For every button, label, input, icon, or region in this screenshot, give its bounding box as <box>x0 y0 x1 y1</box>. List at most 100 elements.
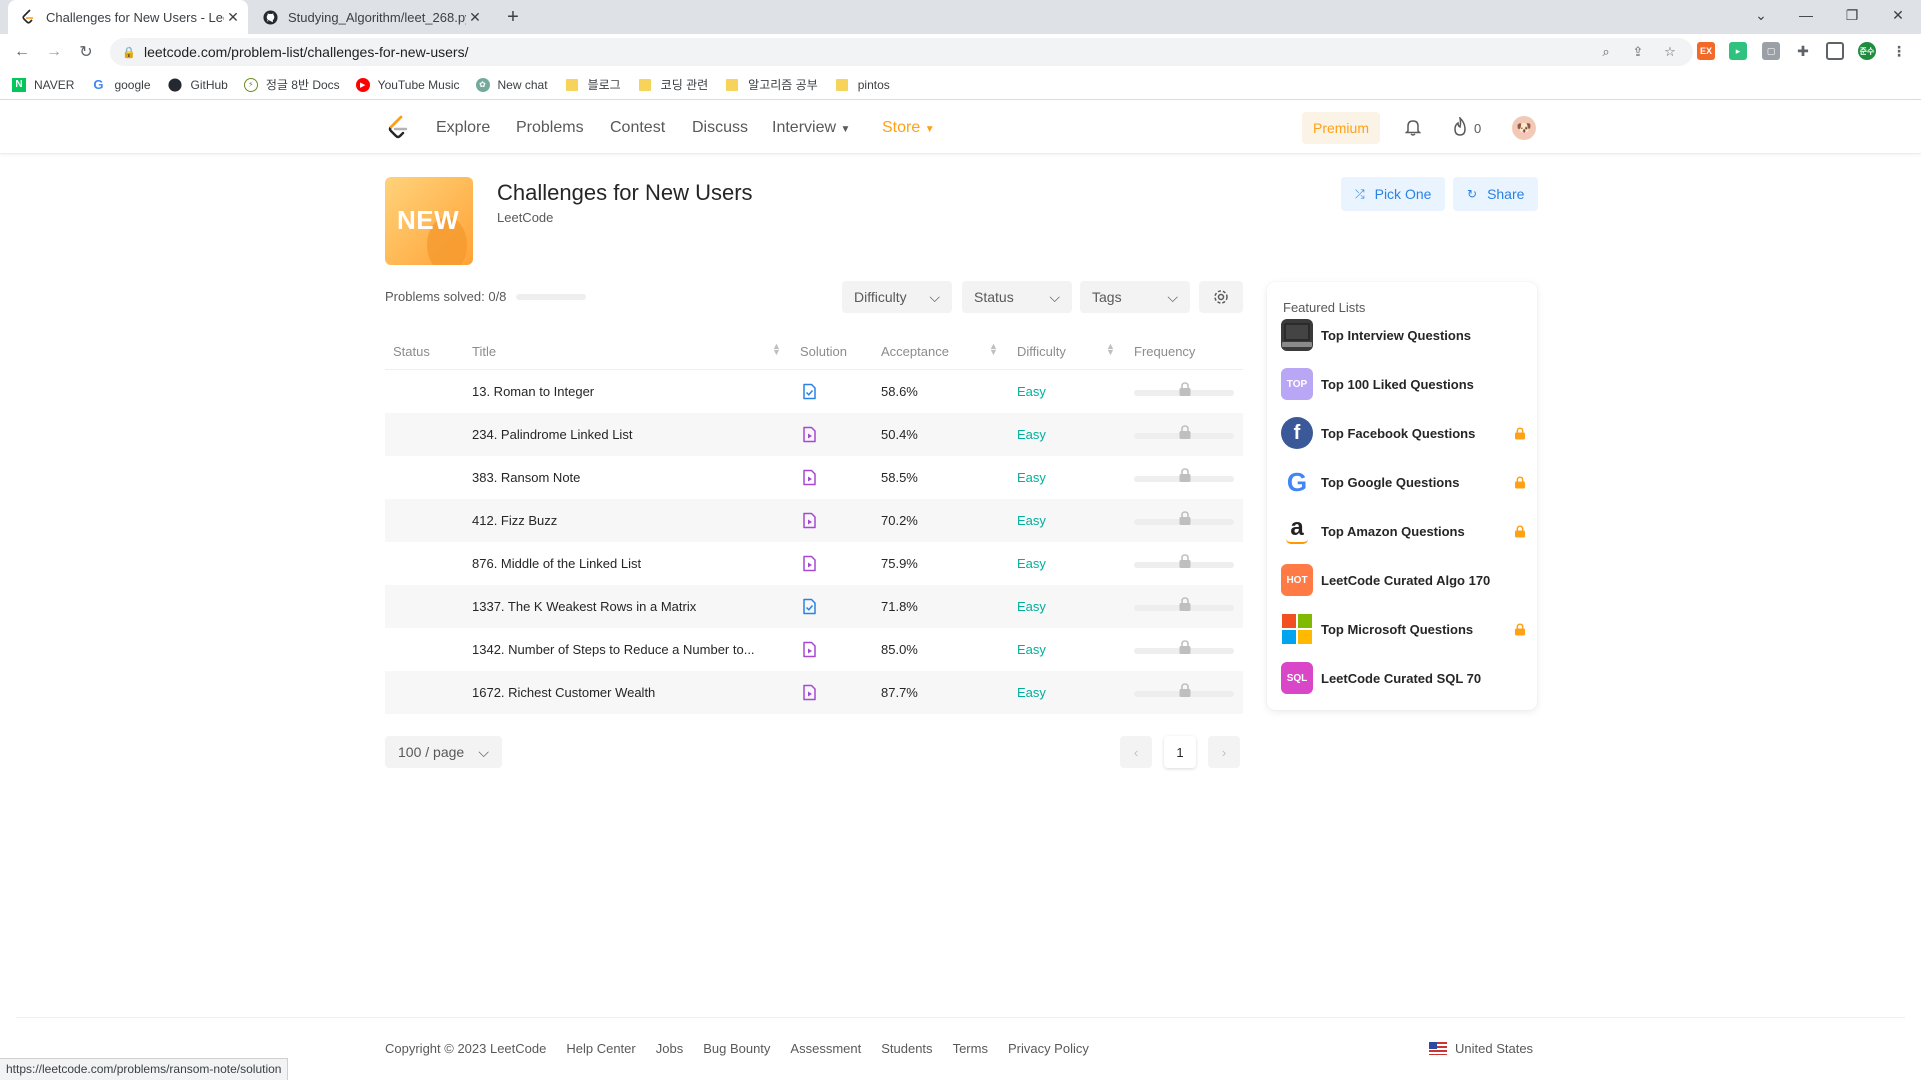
close-window-button[interactable]: ✕ <box>1875 0 1921 30</box>
country-selector[interactable]: United States <box>1429 1041 1533 1056</box>
featured-list-item[interactable]: Top Microsoft Questions <box>1281 612 1526 646</box>
difficulty-dropdown[interactable]: Difficulty ⌵ <box>842 281 952 313</box>
next-page-button[interactable]: › <box>1208 736 1240 768</box>
close-tab-icon[interactable]: ✕ <box>466 8 484 26</box>
sort-icon[interactable]: ▲ ▼ <box>989 342 998 357</box>
featured-list-item[interactable]: HOT LeetCode Curated Algo 170 <box>1281 563 1526 597</box>
problem-title-link[interactable]: 1337. The K Weakest Rows in a Matrix <box>472 599 782 614</box>
share-button[interactable]: ↻ Share <box>1453 177 1539 211</box>
featured-list-item[interactable]: G Top Google Questions <box>1281 465 1526 499</box>
bookmark-docs[interactable]: ⚡ 정글 8반 Docs <box>243 76 340 93</box>
bookmark-new-chat[interactable]: ✿ New chat <box>475 77 548 92</box>
footer-link-terms[interactable]: Terms <box>953 1041 988 1056</box>
solution-icon[interactable] <box>802 684 817 701</box>
bookmark-google[interactable]: Ggoogle <box>90 77 150 93</box>
nav-problems[interactable]: Problems <box>516 119 584 137</box>
lock-icon[interactable] <box>1178 553 1192 569</box>
bookmark-star-icon[interactable]: ☆ <box>1661 43 1679 61</box>
column-difficulty[interactable]: Difficulty <box>1017 344 1066 359</box>
premium-button[interactable]: Premium <box>1302 112 1380 144</box>
bookmark-folder-pintos[interactable]: pintos <box>834 77 890 93</box>
solution-icon[interactable] <box>802 469 817 486</box>
problem-title-link[interactable]: 234. Palindrome Linked List <box>472 427 782 442</box>
footer-link-privacy-policy[interactable]: Privacy Policy <box>1008 1041 1089 1056</box>
browser-tab-active[interactable]: Challenges for New Users - Lee ✕ <box>8 0 248 34</box>
bookmark-github[interactable]: GitHub <box>167 77 228 93</box>
status-dropdown[interactable]: Status ⌵ <box>962 281 1072 313</box>
leetcode-logo-icon[interactable] <box>386 115 410 141</box>
restore-window-button[interactable]: ❐ <box>1829 0 1875 30</box>
column-title[interactable]: Title <box>472 344 496 359</box>
lock-icon[interactable] <box>1178 639 1192 655</box>
minimize-window-button[interactable]: — <box>1783 0 1829 30</box>
extension-green-icon[interactable]: ▸ <box>1729 42 1747 60</box>
list-author[interactable]: LeetCode <box>497 210 553 225</box>
page-size-dropdown[interactable]: 100 / page ⌵ <box>385 736 502 768</box>
tab-search-icon[interactable]: ⌄ <box>1738 0 1784 30</box>
nav-interview[interactable]: Interview ▼ <box>772 119 850 137</box>
side-panel-icon[interactable] <box>1826 42 1844 60</box>
solution-icon[interactable] <box>802 598 817 615</box>
featured-list-item[interactable]: Top Interview Questions <box>1281 318 1526 352</box>
forward-arrow-icon[interactable]: → <box>43 41 65 63</box>
lock-icon[interactable] <box>1178 424 1192 440</box>
solution-icon[interactable] <box>802 641 817 658</box>
solution-icon[interactable] <box>802 426 817 443</box>
footer-link-assessment[interactable]: Assessment <box>790 1041 861 1056</box>
reload-icon[interactable]: ↻ <box>75 41 97 63</box>
extension-orange-icon[interactable]: EX <box>1697 42 1715 60</box>
bookmark-folder-algorithm[interactable]: 알고리즘 공부 <box>724 76 818 93</box>
extensions-puzzle-icon[interactable]: ✚ <box>1794 42 1812 60</box>
prev-page-button[interactable]: ‹ <box>1120 736 1152 768</box>
share-page-icon[interactable]: ⇪ <box>1629 43 1647 61</box>
browser-tab[interactable]: Studying_Algorithm/leet_268.py ✕ <box>250 0 490 34</box>
lock-icon[interactable] <box>1178 682 1192 698</box>
problem-title-link[interactable]: 412. Fizz Buzz <box>472 513 782 528</box>
sort-icon[interactable]: ▲ ▼ <box>772 342 781 357</box>
back-arrow-icon[interactable]: ← <box>11 41 33 63</box>
featured-list-item[interactable]: f Top Facebook Questions <box>1281 416 1526 450</box>
footer-link-help-center[interactable]: Help Center <box>566 1041 635 1056</box>
address-bar[interactable]: 🔒 leetcode.com/problem-list/challenges-f… <box>110 38 1693 66</box>
bookmark-folder-coding[interactable]: 코딩 관련 <box>637 76 708 93</box>
user-avatar[interactable]: 🐶 <box>1512 116 1536 140</box>
problem-title-link[interactable]: 876. Middle of the Linked List <box>472 556 782 571</box>
featured-list-item[interactable]: TOP Top 100 Liked Questions <box>1281 367 1526 401</box>
browser-menu-icon[interactable]: ⋮ <box>1890 42 1908 60</box>
featured-list-item[interactable]: a Top Amazon Questions <box>1281 514 1526 548</box>
problem-title-link[interactable]: 13. Roman to Integer <box>472 384 782 399</box>
bookmark-naver[interactable]: N NAVER <box>12 77 74 92</box>
solution-icon[interactable] <box>802 512 817 529</box>
problem-title-link[interactable]: 1672. Richest Customer Wealth <box>472 685 782 700</box>
lock-icon[interactable] <box>1178 467 1192 483</box>
zoom-icon[interactable]: ⌕ <box>1597 43 1615 61</box>
nav-explore[interactable]: Explore <box>436 119 490 137</box>
problem-title-link[interactable]: 383. Ransom Note <box>472 470 782 485</box>
footer-link-jobs[interactable]: Jobs <box>656 1041 683 1056</box>
footer-link-students[interactable]: Students <box>881 1041 932 1056</box>
bookmark-youtube-music[interactable]: ▶ YouTube Music <box>355 77 460 92</box>
sort-icon[interactable]: ▲ ▼ <box>1106 342 1115 357</box>
column-acceptance[interactable]: Acceptance <box>881 344 949 359</box>
nav-store[interactable]: Store ▼ <box>882 119 935 137</box>
settings-gear-icon[interactable] <box>1199 281 1243 313</box>
bookmark-folder-blog[interactable]: 블로그 <box>564 76 621 93</box>
pick-one-button[interactable]: ⤮ Pick One <box>1341 177 1446 211</box>
featured-list-item[interactable]: SQL LeetCode Curated SQL 70 <box>1281 661 1526 695</box>
footer-link-bug-bounty[interactable]: Bug Bounty <box>703 1041 770 1056</box>
solution-icon[interactable] <box>802 383 817 400</box>
tags-dropdown[interactable]: Tags ⌵ <box>1080 281 1190 313</box>
nav-discuss[interactable]: Discuss <box>692 119 748 137</box>
new-tab-button[interactable]: + <box>502 7 524 29</box>
nav-contest[interactable]: Contest <box>610 119 665 137</box>
profile-avatar[interactable]: 준수 <box>1858 42 1876 60</box>
lock-icon[interactable] <box>1178 381 1192 397</box>
lock-icon[interactable] <box>1178 596 1192 612</box>
extension-gray-icon[interactable]: ▢ <box>1762 42 1780 60</box>
problem-title-link[interactable]: 1342. Number of Steps to Reduce a Number… <box>472 642 782 657</box>
notification-bell-icon[interactable] <box>1403 117 1423 137</box>
lock-icon[interactable] <box>1178 510 1192 526</box>
close-tab-icon[interactable]: ✕ <box>224 8 242 26</box>
page-number-button[interactable]: 1 <box>1164 736 1196 768</box>
solution-icon[interactable] <box>802 555 817 572</box>
